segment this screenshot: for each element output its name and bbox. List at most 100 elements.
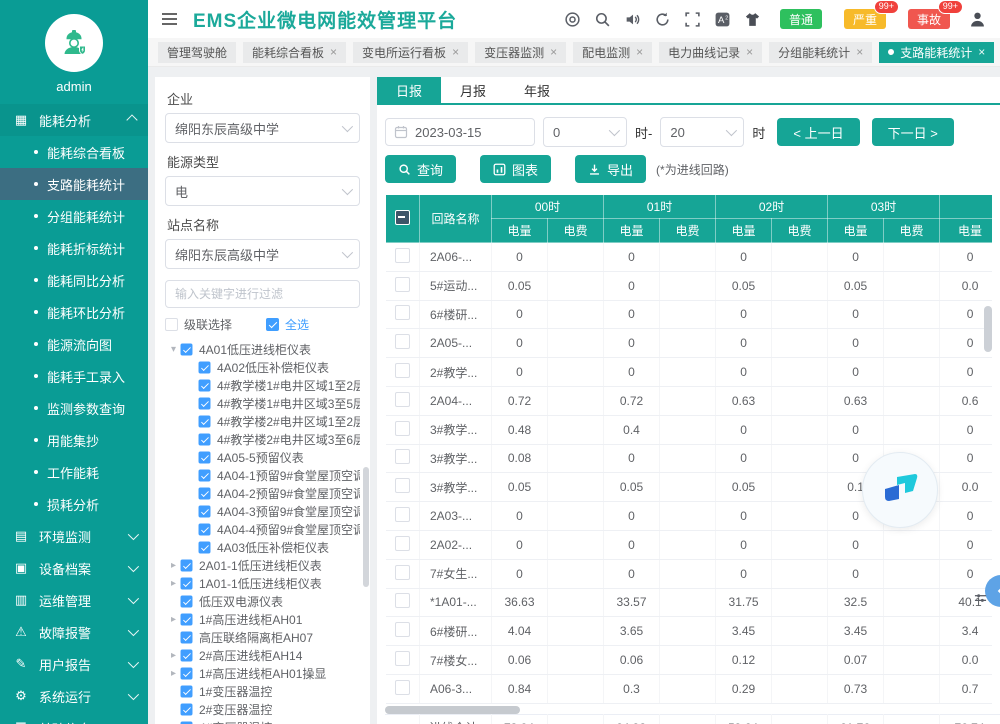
sidebar-item-工作能耗[interactable]: 工作能耗 [0,456,148,488]
tree-checkbox[interactable] [199,379,211,391]
hour-end-select[interactable]: 20 [660,117,744,147]
tree-item[interactable]: 4A04-3预留9#食堂屋顶空调机组仪表 [165,502,360,520]
sidebar-item-能源流向图[interactable]: 能源流向图 [0,328,148,360]
sidebar-item-监测参数查询[interactable]: 监测参数查询 [0,392,148,424]
search-icon[interactable] [594,11,611,28]
tree-checkbox[interactable] [181,559,193,571]
close-icon[interactable]: × [330,46,337,58]
tree-item[interactable]: ▸1#高压进线柜AH01操显 [165,664,360,682]
font-size-icon[interactable]: A2 [714,11,731,28]
tree-checkbox[interactable] [181,577,193,589]
sidebar-item-能耗折标统计[interactable]: 能耗折标统计 [0,232,148,264]
row-checkbox[interactable] [395,277,410,292]
row-checkbox[interactable] [395,449,410,464]
alarm-badge-严重[interactable]: 严重99+ [844,9,886,29]
tree-item[interactable]: 4#教学楼2#电井区域3至6层动力仪表 [165,430,360,448]
hour-start-select[interactable]: 0 [543,117,627,147]
table-select-all-checkbox[interactable] [395,210,410,225]
tree-item[interactable]: ▸1#高压进线柜AH01 [165,610,360,628]
period-tab-年报[interactable]: 年报 [505,77,569,103]
close-icon[interactable]: × [636,46,643,58]
enterprise-select[interactable]: 绵阳东辰高级中学 [165,113,360,143]
row-checkbox[interactable] [395,622,410,637]
row-checkbox[interactable] [395,565,410,580]
horizontal-scrollbar[interactable] [385,706,992,714]
tab-分组能耗统计[interactable]: 分组能耗统计× [769,42,872,63]
tab-变电所运行看板[interactable]: 变电所运行看板× [353,42,468,63]
caret-right-icon[interactable]: ▸ [167,650,180,661]
prev-day-button[interactable]: < 上一日 [777,118,859,146]
cascade-checkbox[interactable] [165,318,178,331]
tree-checkbox[interactable] [181,703,193,715]
chart-button[interactable]: 图表 [480,155,551,183]
date-picker[interactable]: 2023-03-15 [385,118,535,146]
caret-right-icon[interactable]: ▸ [167,578,180,589]
tree-item[interactable]: ▾4A01低压进线柜仪表 [165,340,360,358]
sidebar-item-能耗同比分析[interactable]: 能耗同比分析 [0,264,148,296]
query-button[interactable]: 查询 [385,155,456,183]
hamburger-menu-icon[interactable] [162,13,177,25]
close-icon[interactable]: × [452,46,459,58]
close-icon[interactable]: × [746,46,753,58]
tree-checkbox[interactable] [199,433,211,445]
row-checkbox[interactable] [395,305,410,320]
tree-checkbox[interactable] [199,505,211,517]
sidebar-item-能耗环比分析[interactable]: 能耗环比分析 [0,296,148,328]
select-all-checkbox[interactable] [266,318,279,331]
row-checkbox[interactable] [395,478,410,493]
tab-配电监测[interactable]: 配电监测× [573,42,652,63]
tree-checkbox[interactable] [199,397,211,409]
tree-item[interactable]: 4A04-2预留9#食堂屋顶空调机组仪表 [165,484,360,502]
horizontal-scrollbar-thumb[interactable] [385,706,520,714]
tree-item[interactable]: 4A03低压补偿柜仪表 [165,538,360,556]
tree-item[interactable]: 4#变压器温控 [165,718,360,724]
row-checkbox[interactable] [395,392,410,407]
close-icon[interactable]: × [550,46,557,58]
site-name-select[interactable]: 绵阳东辰高级中学 [165,239,360,269]
tab-能耗综合看板[interactable]: 能耗综合看板× [243,42,346,63]
row-checkbox[interactable] [395,248,410,263]
tree-checkbox[interactable] [181,667,193,679]
tree-checkbox[interactable] [199,361,211,373]
caret-right-icon[interactable]: ▸ [167,560,180,571]
row-checkbox[interactable] [395,507,410,522]
period-tab-月报[interactable]: 月报 [441,77,505,103]
tree-item[interactable]: 低压双电源仪表 [165,592,360,610]
tree-item[interactable]: 4A02低压补偿柜仪表 [165,358,360,376]
tab-电力曲线记录[interactable]: 电力曲线记录× [659,42,762,63]
sidebar-group-用户报告[interactable]: ✎用户报告 [0,648,148,680]
sidebar-group-运维管理[interactable]: ▥运维管理 [0,584,148,616]
select-all-label[interactable]: 全选 [285,316,309,333]
row-checkbox[interactable] [395,334,410,349]
caret-right-icon[interactable]: ▸ [167,668,180,679]
tree-item[interactable]: 高压联络隔离柜AH07 [165,628,360,646]
row-checkbox[interactable] [395,651,410,666]
next-day-button[interactable]: 下一日 > [872,118,954,146]
row-checkbox[interactable] [395,363,410,378]
tree-checkbox[interactable] [199,451,211,463]
tree-item[interactable]: 4A04-4预留9#食堂屋顶空调机组仪表 [165,520,360,538]
column-filter-icon[interactable] [974,592,987,610]
sidebar-group-能耗分析[interactable]: ▦能耗分析 [0,104,148,136]
tab-支路能耗统计[interactable]: 支路能耗统计× [879,42,994,63]
tree-checkbox[interactable] [199,469,211,481]
sidebar-group-系统运行[interactable]: ⚙系统运行 [0,680,148,712]
row-checkbox[interactable] [395,593,410,608]
sidebar-item-能耗手工录入[interactable]: 能耗手工录入 [0,360,148,392]
tree-checkbox[interactable] [199,415,211,427]
tree-item[interactable]: 4A05-5预留仪表 [165,448,360,466]
alarm-badge-事故[interactable]: 事故99+ [908,9,950,29]
sidebar-item-用能集抄[interactable]: 用能集抄 [0,424,148,456]
sidebar-group-设备档案[interactable]: ▣设备档案 [0,552,148,584]
tree-item[interactable]: 2#变压器温控 [165,700,360,718]
volume-icon[interactable] [624,11,641,28]
tree-checkbox[interactable] [181,649,193,661]
tree-item[interactable]: 4A04-1预留9#食堂屋顶空调机组仪表 [165,466,360,484]
vertical-scrollbar[interactable] [984,306,992,352]
tree-item[interactable]: 4#教学楼1#电井区域1至2层动力仪表 [165,376,360,394]
theme-shirt-icon[interactable] [744,11,761,28]
tree-item[interactable]: ▸2A01-1低压进线柜仪表 [165,556,360,574]
energy-type-select[interactable]: 电 [165,176,360,206]
caret-down-icon[interactable]: ▾ [167,344,180,355]
tree-checkbox[interactable] [181,685,193,697]
